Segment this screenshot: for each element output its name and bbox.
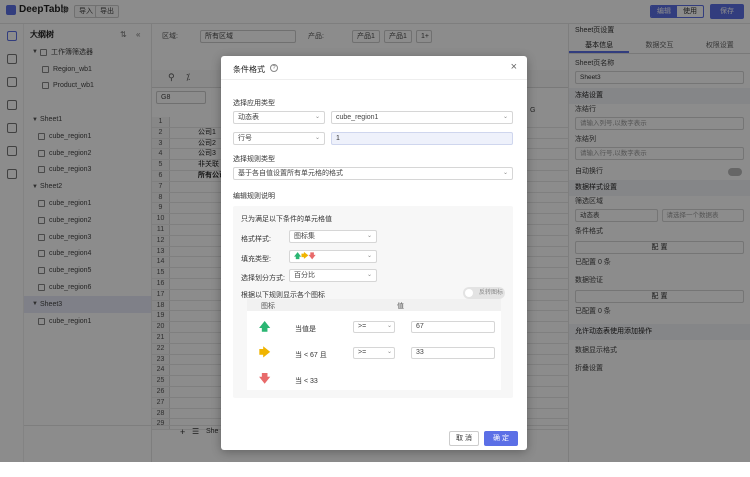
fill-type-select[interactable]: 🡅🡆🡇 ⌄ <box>289 250 377 263</box>
chevron-down-icon: ⌄ <box>366 253 372 259</box>
rule-value-input[interactable]: 67 <box>411 321 495 333</box>
chevron-down-icon: ⌄ <box>502 114 508 120</box>
format-style-label: 格式样式: <box>241 236 271 243</box>
select-value: 动态表 <box>238 114 259 121</box>
rule-type-label: 选择规则类型 <box>233 156 275 163</box>
col-value-header: 值 <box>397 303 404 310</box>
select-value: cube_region1 <box>336 114 379 121</box>
chevron-down-icon: ⌄ <box>314 114 320 120</box>
select-value: 图标集 <box>294 233 315 240</box>
rule-condition: 当值是 <box>295 326 316 333</box>
select-value: 基于各自值设置所有单元格的格式 <box>238 170 343 177</box>
chevron-down-icon: ⌄ <box>387 323 393 329</box>
icon-rules-table: 图标 值 🡅 当值是 >= ⌄ 67 🡆 当 < 67 且 >= ⌄ 33 🡇 当 < 33 <box>247 299 501 390</box>
col-icon-header: 图标 <box>261 303 275 310</box>
rule-condition: 当 < 67 且 <box>295 352 327 359</box>
edit-rule-label: 编辑规则说明 <box>233 193 275 200</box>
select-value: 百分比 <box>294 272 315 279</box>
only-format-label: 只为满足以下条件的单元格值 <box>241 216 332 223</box>
arrow-right-icon[interactable]: 🡆 <box>259 347 270 359</box>
chevron-down-icon: ⌄ <box>366 233 372 239</box>
rule-row: 🡇 当 < 33 <box>247 369 501 389</box>
arrow-up-icon[interactable]: 🡅 <box>259 321 270 333</box>
split-mode-label: 选择划分方式: <box>241 275 285 282</box>
table-header: 图标 值 <box>247 299 501 311</box>
dialog-title: 条件格式 <box>233 65 265 74</box>
rule-editor: 只为满足以下条件的单元格值 格式样式: 图标集 ⌄ 填充类型: 🡅🡆🡇 ⌄ 选择划… <box>233 206 513 398</box>
rule-value-input[interactable]: 33 <box>411 347 495 359</box>
fill-type-label: 填充类型: <box>241 256 271 263</box>
arrow-down-icon: 🡇 <box>308 253 316 260</box>
chevron-down-icon: ⌄ <box>366 272 372 278</box>
reverse-icon-toggle[interactable]: 反转图标 <box>463 287 505 299</box>
cancel-button[interactable]: 取 消 <box>449 431 479 446</box>
rule-row: 🡆 当 < 67 且 >= ⌄ 33 <box>247 343 501 363</box>
index-value-input[interactable]: 1 <box>331 132 513 145</box>
rule-condition: 当 < 33 <box>295 378 318 385</box>
apply-target-select[interactable]: cube_region1 ⌄ <box>331 111 513 124</box>
split-mode-select[interactable]: 百分比 ⌄ <box>289 269 377 282</box>
apply-type-label: 选择应用类型 <box>233 100 275 107</box>
select-value: 行号 <box>238 135 252 142</box>
chevron-down-icon: ⌄ <box>387 349 393 355</box>
format-style-select[interactable]: 图标集 ⌄ <box>289 230 377 243</box>
index-type-select[interactable]: 行号 ⌄ <box>233 132 325 145</box>
rule-type-select[interactable]: 基于各自值设置所有单元格的格式 ⌄ <box>233 167 513 180</box>
arrow-down-icon[interactable]: 🡇 <box>259 373 270 385</box>
chevron-down-icon: ⌄ <box>314 135 320 141</box>
help-icon[interactable]: ? <box>270 64 278 72</box>
conditional-format-dialog: 条件格式 ? × 选择应用类型 动态表 ⌄ cube_region1 ⌄ 行号 ⌄ 1… <box>221 56 527 450</box>
ok-button[interactable]: 确 定 <box>484 431 518 446</box>
close-icon[interactable]: × <box>511 61 517 73</box>
dialog-header: 条件格式 ? × <box>221 56 527 80</box>
rule-row: 🡅 当值是 >= ⌄ 67 <box>247 317 501 337</box>
chevron-down-icon: ⌄ <box>502 170 508 176</box>
apply-type-select[interactable]: 动态表 ⌄ <box>233 111 325 124</box>
